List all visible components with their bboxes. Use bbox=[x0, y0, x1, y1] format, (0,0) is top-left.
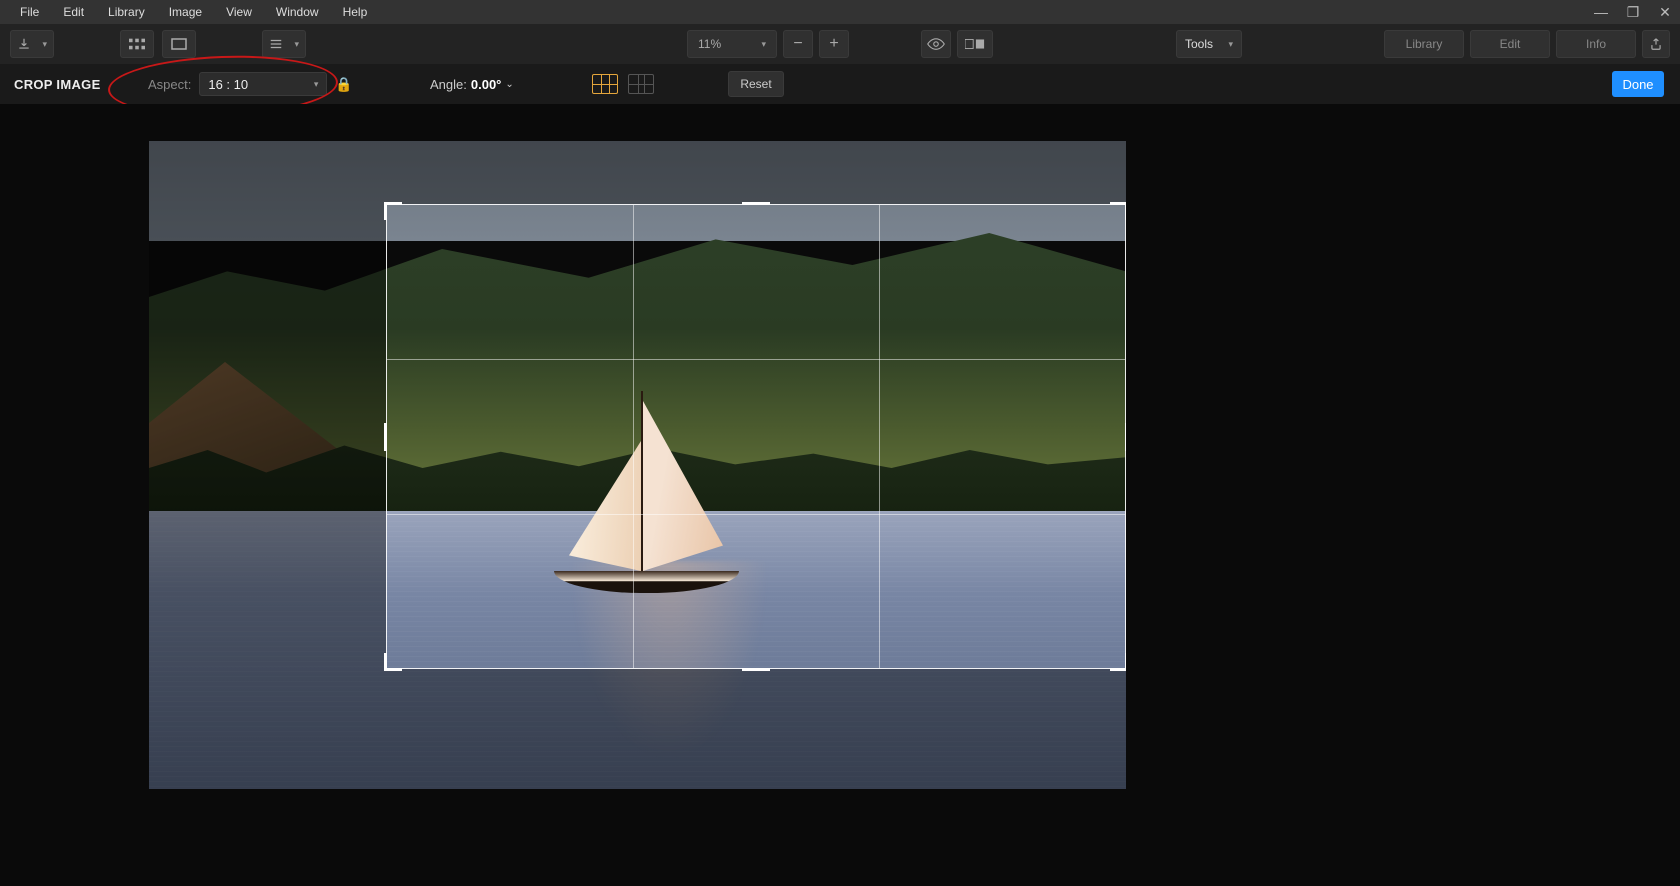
export-icon bbox=[1649, 37, 1663, 51]
maximize-button[interactable]: ❐ bbox=[1622, 4, 1644, 21]
tools-dropdown[interactable]: Tools ▾ bbox=[1176, 30, 1242, 58]
window-controls: — ❐ ✕ bbox=[1590, 0, 1676, 24]
chevron-down-icon: ▾ bbox=[294, 39, 299, 50]
crop-rectangle[interactable] bbox=[386, 204, 1126, 669]
right-toolbar: Tools ▾ Library Edit Info bbox=[1176, 30, 1670, 58]
crop-handle-tr[interactable] bbox=[1110, 202, 1126, 220]
angle-group[interactable]: Angle: 0.00° ⌄ bbox=[430, 77, 514, 92]
crop-handle-bl[interactable] bbox=[384, 653, 402, 671]
tools-label: Tools bbox=[1185, 37, 1213, 51]
menu-file[interactable]: File bbox=[8, 0, 51, 24]
aspect-group: Aspect: 16 : 10 ▾ 🔒 bbox=[148, 72, 353, 96]
minimize-button[interactable]: — bbox=[1590, 4, 1612, 20]
aspect-value: 16 : 10 bbox=[208, 77, 248, 92]
single-view-icon bbox=[171, 38, 187, 50]
crop-options-bar: CROP IMAGE Aspect: 16 : 10 ▾ 🔒 Angle: 0.… bbox=[0, 64, 1680, 104]
crop-title: CROP IMAGE bbox=[14, 77, 101, 92]
main-toolbar: ▾ ▾ 11% ▾ − + Tools ▾ Library Edit bbox=[0, 24, 1680, 64]
compare-button[interactable] bbox=[957, 30, 993, 58]
zoom-controls: 11% ▾ − + bbox=[687, 30, 993, 58]
plus-icon: + bbox=[829, 35, 838, 53]
library-panel-button[interactable]: Library bbox=[1384, 30, 1464, 58]
overlay-grid-group bbox=[592, 74, 654, 94]
image-viewport[interactable] bbox=[149, 141, 1126, 789]
canvas-area bbox=[0, 104, 1680, 886]
menu-library[interactable]: Library bbox=[96, 0, 157, 24]
export-dropdown[interactable]: ▾ bbox=[10, 30, 54, 58]
zoom-value: 11% bbox=[698, 37, 721, 51]
menu-help[interactable]: Help bbox=[331, 0, 380, 24]
grid-thirds-button[interactable] bbox=[592, 74, 618, 94]
crop-handle-tl[interactable] bbox=[384, 202, 402, 220]
chevron-down-icon: ▾ bbox=[42, 39, 47, 50]
menu-window[interactable]: Window bbox=[264, 0, 331, 24]
crop-handle-br[interactable] bbox=[1110, 653, 1126, 671]
single-view-button[interactable] bbox=[162, 30, 196, 58]
zoom-in-button[interactable]: + bbox=[819, 30, 849, 58]
thumbnail-grid-icon bbox=[129, 38, 145, 50]
angle-label: Angle: bbox=[430, 77, 467, 92]
list-icon bbox=[269, 38, 283, 50]
crop-handle-right[interactable] bbox=[1125, 423, 1126, 451]
thumbnails-view-button[interactable] bbox=[120, 30, 154, 58]
grid-phi-button[interactable] bbox=[628, 74, 654, 94]
zoom-select[interactable]: 11% ▾ bbox=[687, 30, 777, 58]
done-button[interactable]: Done bbox=[1612, 71, 1664, 97]
crop-handle-bottom[interactable] bbox=[742, 668, 770, 671]
close-button[interactable]: ✕ bbox=[1654, 4, 1676, 21]
minus-icon: − bbox=[793, 35, 802, 53]
crop-handle-left[interactable] bbox=[384, 423, 387, 451]
chevron-down-icon: ⌄ bbox=[505, 79, 513, 90]
filter-dropdown[interactable]: ▾ bbox=[262, 30, 306, 58]
menu-image[interactable]: Image bbox=[157, 0, 214, 24]
angle-value: 0.00° bbox=[471, 77, 502, 92]
edit-panel-button[interactable]: Edit bbox=[1470, 30, 1550, 58]
download-icon bbox=[17, 37, 31, 51]
preview-button[interactable] bbox=[921, 30, 951, 58]
chevron-down-icon: ▾ bbox=[314, 79, 319, 90]
chevron-down-icon: ▾ bbox=[761, 39, 766, 50]
crop-handle-top[interactable] bbox=[742, 202, 770, 205]
eye-icon bbox=[927, 38, 945, 50]
aspect-label: Aspect: bbox=[148, 77, 191, 92]
zoom-out-button[interactable]: − bbox=[783, 30, 813, 58]
aspect-select[interactable]: 16 : 10 ▾ bbox=[199, 72, 327, 96]
menu-edit[interactable]: Edit bbox=[51, 0, 96, 24]
menu-view[interactable]: View bbox=[214, 0, 264, 24]
share-button[interactable] bbox=[1642, 30, 1670, 58]
chevron-down-icon: ▾ bbox=[1228, 39, 1233, 50]
compare-icon bbox=[965, 38, 985, 50]
lock-icon[interactable]: 🔒 bbox=[335, 76, 352, 93]
menubar: File Edit Library Image View Window Help… bbox=[0, 0, 1680, 24]
info-panel-button[interactable]: Info bbox=[1556, 30, 1636, 58]
reset-button[interactable]: Reset bbox=[728, 71, 784, 97]
